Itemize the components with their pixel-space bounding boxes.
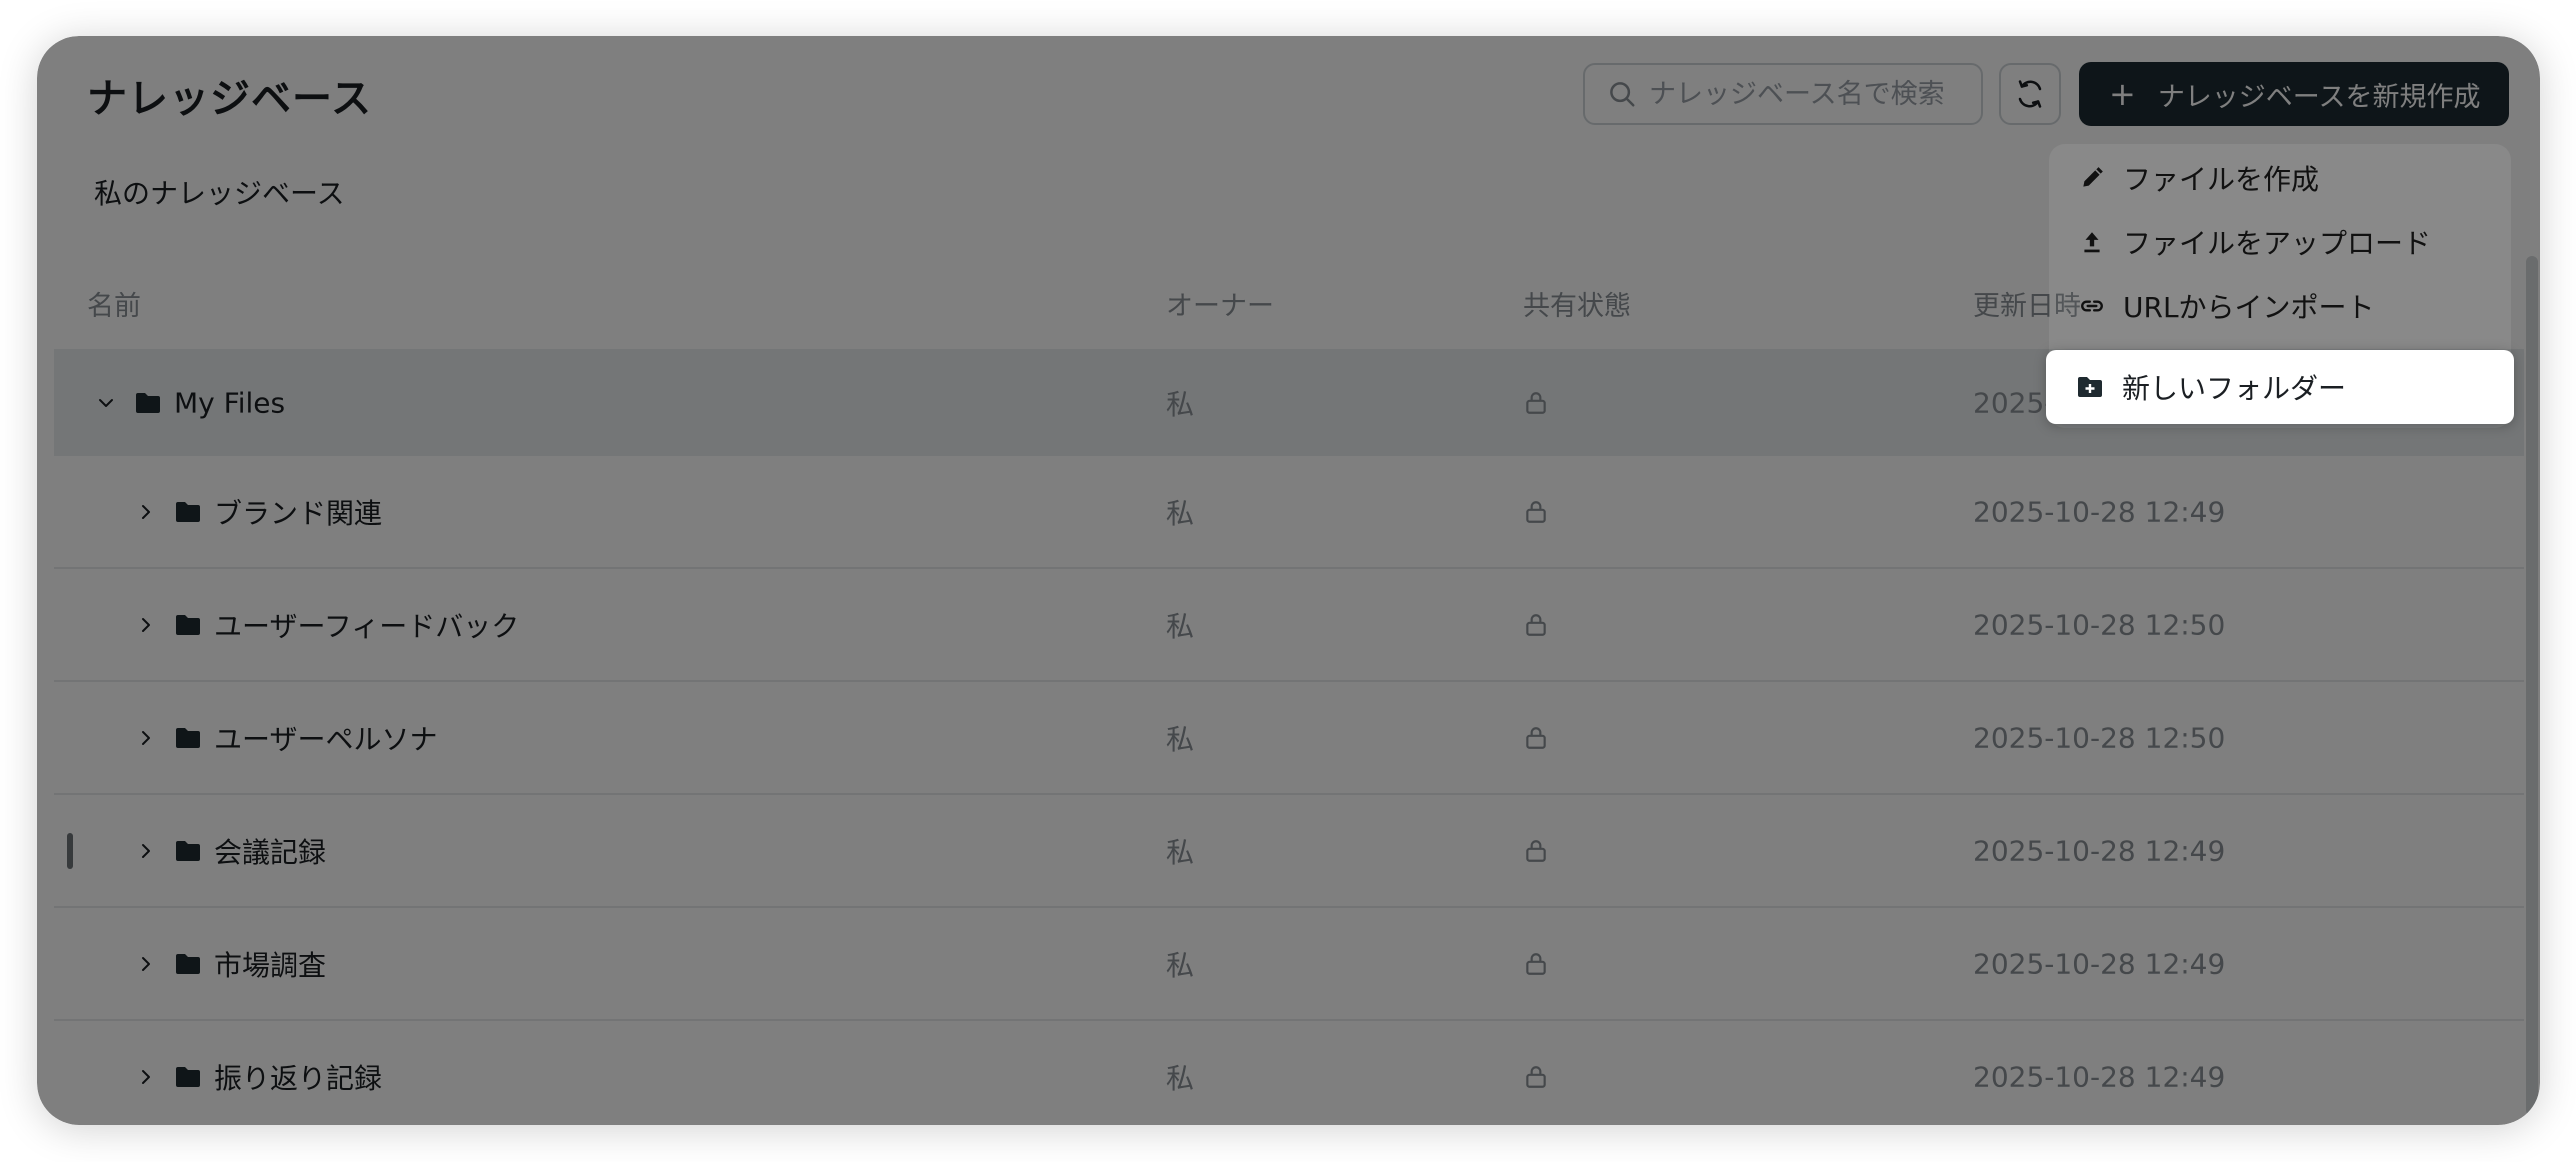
create-dropdown-menu: ファイルを作成 ファイルをアップロード URLからインポート 新しいフォルダー	[2046, 144, 2514, 428]
menu-item-new-folder[interactable]: 新しいフォルダー	[2046, 350, 2514, 424]
knowledge-base-window: ナレッジベース + ナレッジベースを新規作成 私のナレッジベース 名前 オーナー…	[37, 36, 2540, 1125]
pencil-icon	[2079, 165, 2105, 191]
folder-plus-icon	[2076, 374, 2104, 400]
menu-item-label: 新しいフォルダー	[2122, 372, 2347, 405]
menu-item-label: ファイルを作成	[2123, 163, 2320, 196]
link-icon	[2079, 293, 2105, 319]
menu-item-create-file[interactable]: ファイルを作成	[2049, 148, 2511, 208]
menu-item-upload-file[interactable]: ファイルをアップロード	[2049, 212, 2511, 272]
menu-item-label: ファイルをアップロード	[2123, 227, 2432, 260]
menu-item-import-url[interactable]: URLからインポート	[2049, 276, 2511, 336]
upload-icon	[2079, 229, 2105, 255]
menu-item-label: URLからインポート	[2123, 291, 2375, 324]
